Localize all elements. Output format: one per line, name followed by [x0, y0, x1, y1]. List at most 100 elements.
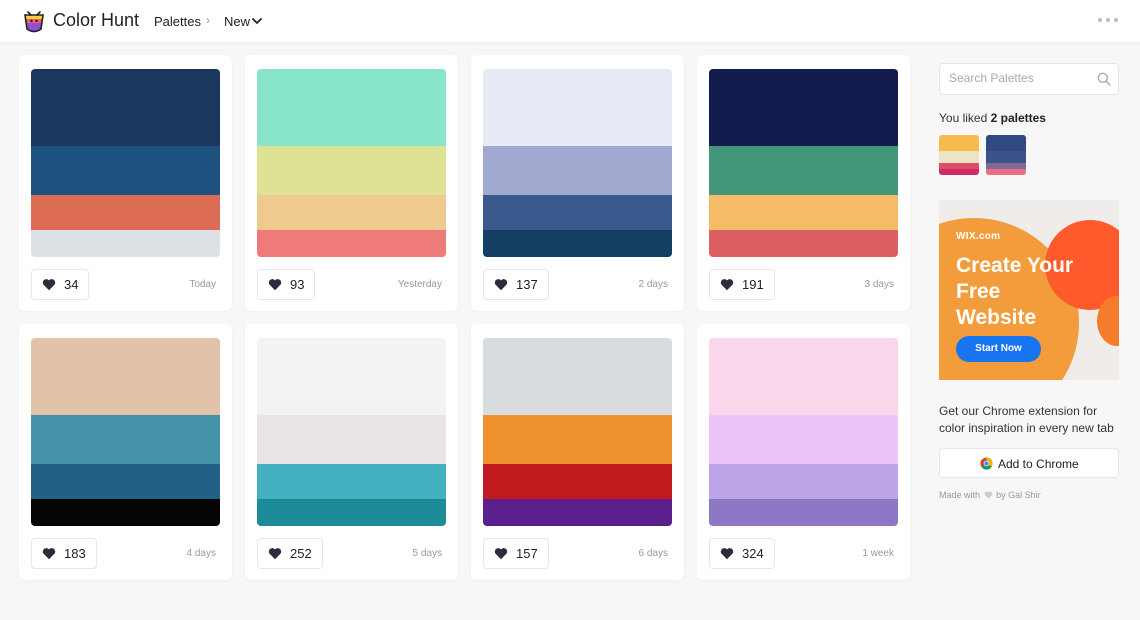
color-band[interactable] [31, 415, 220, 464]
ad-start-now-button[interactable]: Start Now [956, 336, 1041, 362]
like-button[interactable]: 34 [31, 269, 90, 300]
ad-title: Create Your Free Website [956, 254, 1074, 329]
color-band[interactable] [483, 338, 672, 415]
like-count: 137 [516, 277, 538, 292]
palette-swatch[interactable] [709, 338, 898, 526]
color-band[interactable] [257, 338, 446, 415]
color-band[interactable] [257, 69, 446, 146]
more-dots-icon[interactable] [1097, 13, 1121, 27]
palette-card[interactable]: 93 Yesterday [245, 55, 458, 311]
color-band[interactable] [257, 195, 446, 230]
add-to-chrome-label: Add to Chrome [998, 457, 1079, 471]
color-band[interactable] [31, 146, 220, 195]
footer-author-link[interactable]: by Gal Shir [996, 490, 1041, 500]
color-band [939, 169, 979, 175]
like-button[interactable]: 137 [483, 269, 549, 300]
palette-date: 1 week [862, 548, 894, 559]
color-band[interactable] [709, 146, 898, 195]
palette-card[interactable]: 191 3 days [697, 55, 910, 311]
footer-prefix: Made with [939, 490, 981, 500]
palette-swatch[interactable] [31, 69, 220, 257]
palette-card[interactable]: 183 4 days [19, 324, 232, 580]
color-band[interactable] [31, 464, 220, 499]
chrome-icon [980, 457, 993, 470]
like-count: 252 [290, 546, 312, 561]
liked-count[interactable]: 2 palettes [991, 111, 1046, 125]
heart-icon [42, 548, 56, 560]
color-band[interactable] [483, 195, 672, 230]
like-count: 324 [742, 546, 764, 561]
top-bar: Color Hunt Palettes › New [0, 0, 1140, 42]
palette-date: Today [189, 279, 216, 290]
palette-date: 2 days [638, 279, 668, 290]
heart-icon [720, 279, 734, 291]
color-band [939, 151, 979, 163]
like-count: 93 [290, 277, 305, 292]
color-band [986, 151, 1026, 163]
color-band[interactable] [709, 338, 898, 415]
palette-card[interactable]: 137 2 days [471, 55, 684, 311]
palette-date: 6 days [638, 548, 668, 559]
wix-ad-banner[interactable]: WIX.com Create Your Free Website Start N… [939, 200, 1119, 380]
color-band[interactable] [709, 464, 898, 499]
liked-summary: You liked 2 palettes [939, 111, 1046, 125]
color-band[interactable] [709, 415, 898, 464]
search-box[interactable] [939, 63, 1119, 95]
color-band[interactable] [709, 195, 898, 230]
liked-palette-thumbnail[interactable] [939, 135, 979, 175]
color-band[interactable] [257, 146, 446, 195]
color-hunt-logo-icon[interactable] [22, 9, 46, 33]
color-band[interactable] [257, 464, 446, 499]
like-button[interactable]: 324 [709, 538, 775, 569]
color-band[interactable] [31, 69, 220, 146]
color-band[interactable] [483, 499, 672, 526]
palette-date: Yesterday [397, 279, 442, 290]
color-band[interactable] [709, 69, 898, 146]
color-band[interactable] [709, 499, 898, 526]
color-band[interactable] [31, 499, 220, 526]
brand-name[interactable]: Color Hunt [53, 10, 139, 31]
like-button[interactable]: 157 [483, 538, 549, 569]
palette-swatch[interactable] [709, 69, 898, 257]
palette-card[interactable]: 324 1 week [697, 324, 910, 580]
palette-date: 3 days [864, 279, 894, 290]
color-band[interactable] [483, 230, 672, 257]
color-band[interactable] [31, 195, 220, 230]
liked-palette-thumbnail[interactable] [986, 135, 1026, 175]
color-band[interactable] [483, 146, 672, 195]
like-button[interactable]: 252 [257, 538, 323, 569]
color-band[interactable] [483, 464, 672, 499]
palette-date: 5 days [412, 548, 442, 559]
color-band[interactable] [709, 230, 898, 257]
color-band[interactable] [483, 69, 672, 146]
palette-swatch[interactable] [31, 338, 220, 526]
color-band[interactable] [257, 415, 446, 464]
search-icon[interactable] [1097, 72, 1111, 86]
palette-card[interactable]: 34 Today [19, 55, 232, 311]
color-band[interactable] [257, 499, 446, 526]
chevron-down-icon[interactable] [251, 15, 263, 27]
palette-swatch[interactable] [483, 338, 672, 526]
like-button[interactable]: 191 [709, 269, 775, 300]
search-input[interactable] [949, 71, 1094, 85]
heart-icon [268, 279, 282, 291]
palette-card[interactable]: 157 6 days [471, 324, 684, 580]
footer-credit: Made with by Gal Shir [939, 490, 1041, 500]
nav-new-dropdown[interactable]: New [224, 14, 250, 29]
palette-swatch[interactable] [483, 69, 672, 257]
color-band[interactable] [257, 230, 446, 257]
color-band[interactable] [483, 415, 672, 464]
heart-icon [268, 548, 282, 560]
color-band[interactable] [31, 230, 220, 257]
palette-card[interactable]: 252 5 days [245, 324, 458, 580]
nav-palettes-link[interactable]: Palettes [154, 14, 201, 29]
like-count: 34 [64, 277, 79, 292]
heart-icon [494, 548, 508, 560]
palette-swatch[interactable] [257, 338, 446, 526]
like-button[interactable]: 183 [31, 538, 97, 569]
like-button[interactable]: 93 [257, 269, 316, 300]
palette-swatch[interactable] [257, 69, 446, 257]
add-to-chrome-button[interactable]: Add to Chrome [939, 448, 1119, 478]
heart-icon [42, 279, 56, 291]
color-band[interactable] [31, 338, 220, 415]
